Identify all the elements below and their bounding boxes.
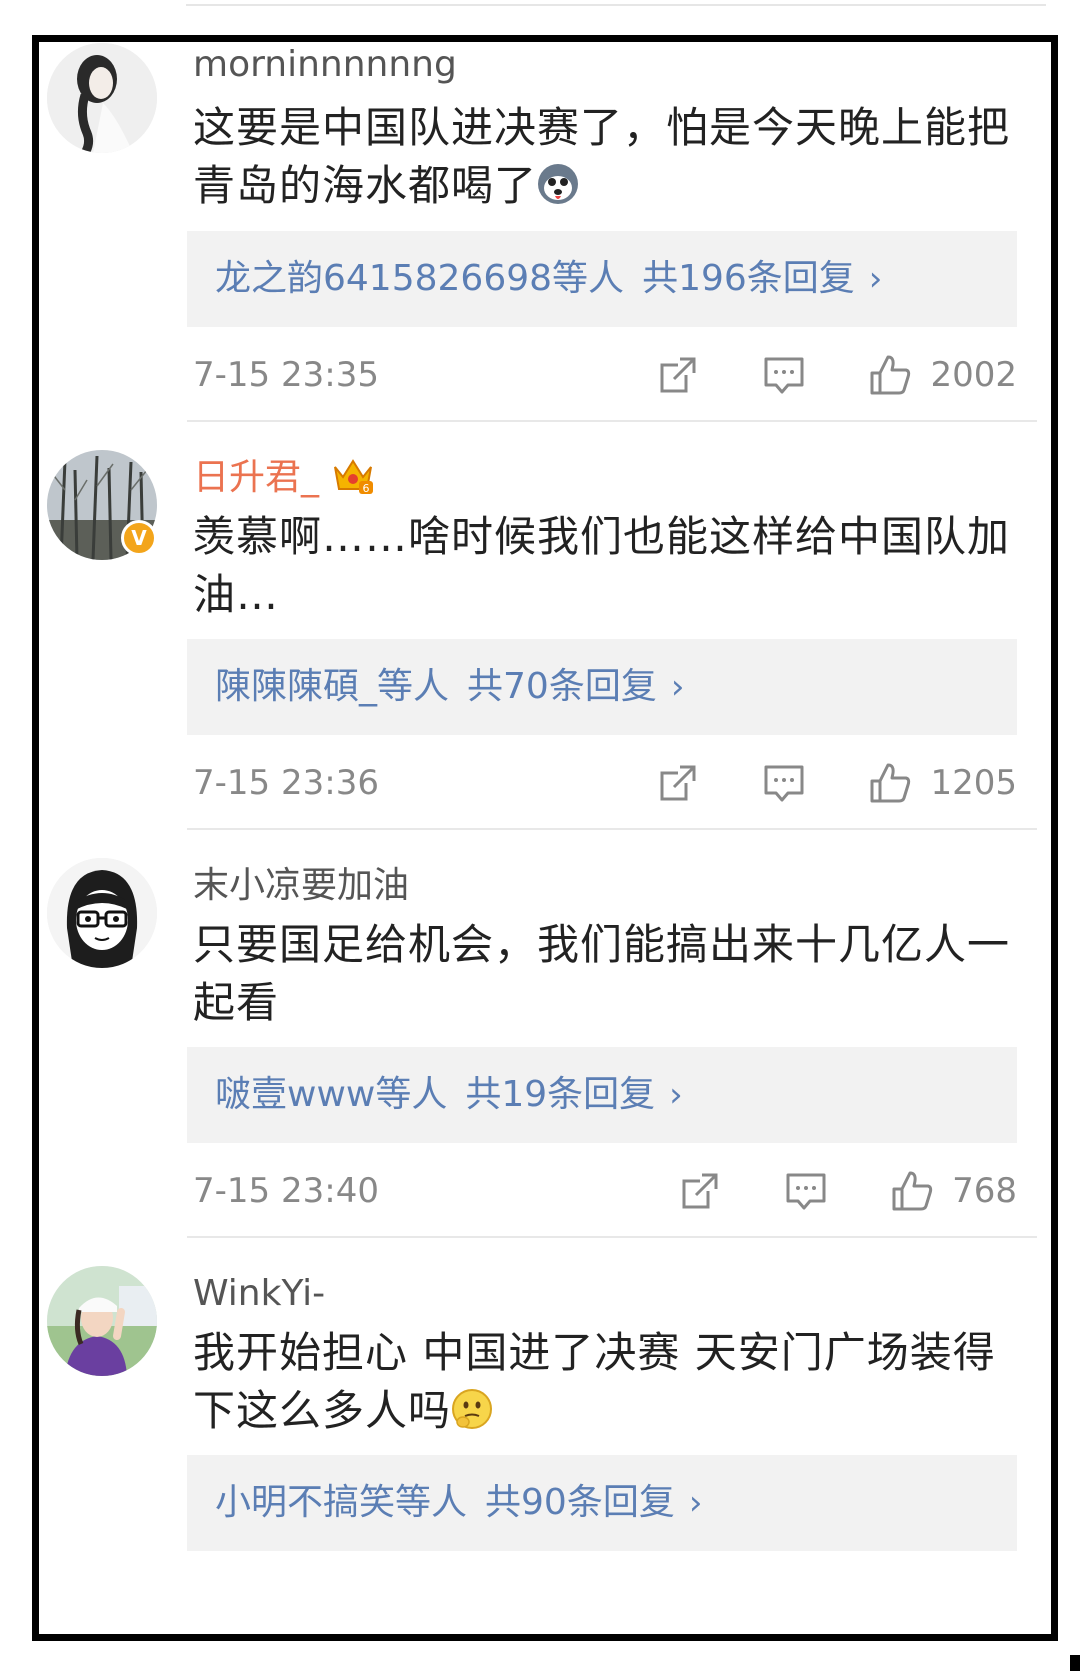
like-icon[interactable]	[890, 1169, 934, 1213]
reply-preview[interactable]: 啵壹www等人 共19条回复 ›	[187, 1047, 1017, 1143]
timestamp: 7-15 23:40	[193, 1171, 379, 1211]
username[interactable]: 末小凉要加油	[193, 864, 409, 908]
top-divider	[186, 4, 1046, 6]
divider	[187, 420, 1037, 422]
like-icon[interactable]	[868, 761, 912, 805]
reply-users[interactable]: 龙之韵6415826698	[215, 258, 552, 299]
comment-actions: 768	[678, 1163, 1017, 1219]
comment-text: 只要国足给机会，我们能搞出来十几亿人一起看	[193, 920, 1011, 1027]
reply-icon[interactable]	[762, 761, 806, 805]
like-count: 768	[952, 1171, 1017, 1211]
comment-actions: 1205	[656, 755, 1017, 811]
chevron-right-icon: ›	[688, 1483, 703, 1523]
reply-total[interactable]: 共90条回复	[485, 1482, 675, 1523]
username[interactable]: WinkYi-	[193, 1272, 325, 1316]
reply-users[interactable]: 小明不搞笑	[215, 1482, 395, 1523]
comment-meta: 7-15 23:40 768	[193, 1163, 1017, 1219]
like-icon[interactable]	[868, 353, 912, 397]
divider	[187, 1236, 1037, 1238]
username[interactable]: morninnnnnng	[193, 43, 457, 87]
reply-total[interactable]: 共70条回复	[467, 666, 657, 707]
reply-suffix: 等人	[375, 1074, 448, 1115]
reply-total[interactable]: 共19条回复	[465, 1074, 655, 1115]
share-icon[interactable]	[678, 1169, 722, 1213]
frame-corner	[1070, 1655, 1080, 1671]
comment-meta: 7-15 23:35 2002	[193, 347, 1017, 403]
timestamp: 7-15 23:36	[193, 763, 379, 803]
comment-text: 这要是中国队进决赛了，怕是今天晚上能把青岛的海水都喝了	[193, 103, 1011, 210]
reply-users[interactable]: 陳陳陳碩_	[215, 666, 377, 707]
reply-preview[interactable]: 陳陳陳碩_等人 共70条回复 ›	[187, 639, 1017, 735]
reply-icon[interactable]	[762, 353, 806, 397]
chevron-right-icon: ›	[669, 1075, 683, 1115]
username[interactable]: 日升君_ 6	[193, 456, 375, 500]
like-count: 2002	[930, 355, 1017, 395]
share-icon[interactable]	[656, 761, 700, 805]
timestamp: 7-15 23:35	[193, 355, 379, 395]
husky-emoji	[537, 162, 579, 204]
reply-suffix: 等人	[395, 1482, 468, 1523]
comment-actions: 2002	[656, 347, 1017, 403]
avatar[interactable]	[47, 1266, 157, 1376]
verified-icon: V	[121, 520, 157, 556]
chevron-right-icon: ›	[670, 667, 685, 707]
reply-preview[interactable]: 小明不搞笑等人 共90条回复 ›	[187, 1455, 1017, 1551]
svg-text:6: 6	[363, 482, 370, 495]
comment-meta: 7-15 23:36 1205	[193, 755, 1017, 811]
thinking-emoji	[451, 1387, 493, 1429]
crown-badge-icon: 6	[331, 455, 375, 495]
reply-users[interactable]: 啵壹www	[215, 1074, 375, 1115]
reply-preview[interactable]: 龙之韵6415826698等人 共196条回复 ›	[187, 231, 1017, 327]
share-icon[interactable]	[656, 353, 700, 397]
reply-suffix: 等人	[377, 666, 450, 707]
avatar[interactable]	[47, 858, 157, 968]
avatar[interactable]	[47, 43, 157, 153]
reply-icon[interactable]	[784, 1169, 828, 1213]
comment-text: 我开始担心 中国进了决赛 天安门广场装得下这么多人吗	[193, 1328, 996, 1435]
like-count: 1205	[930, 763, 1017, 803]
reply-total[interactable]: 共196条回复	[642, 258, 855, 299]
comment-text: 羡慕啊……啥时候我们也能这样给中国队加油…	[193, 512, 1011, 619]
divider	[187, 828, 1037, 830]
chevron-right-icon: ›	[868, 259, 883, 299]
reply-suffix: 等人	[552, 258, 625, 299]
comment-list: morninnnnnng 这要是中国队进决赛了，怕是今天晚上能把青岛的海水都喝了…	[32, 35, 1058, 1641]
